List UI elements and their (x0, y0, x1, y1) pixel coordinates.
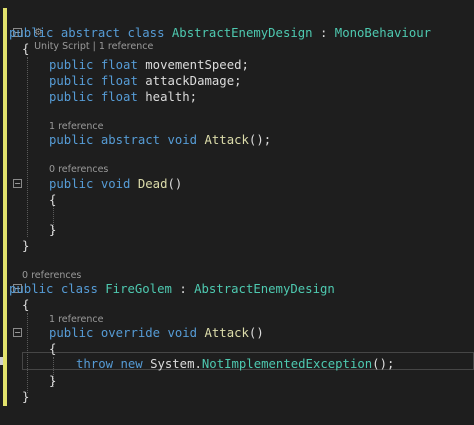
indent-guide (27, 313, 28, 393)
keyword: public (49, 90, 94, 104)
type-name: MonoBehaviour (334, 26, 432, 40)
code-line-brace[interactable]: } (22, 389, 29, 405)
punctuation: : (319, 26, 328, 40)
codelens-text[interactable]: 1 reference (49, 121, 103, 132)
brace: } (49, 223, 57, 237)
keyword: class (60, 282, 98, 296)
type-name: NotImplementedException (201, 357, 373, 371)
change-tracking-margin (3, 8, 7, 406)
code-line-field[interactable]: public float health; (49, 89, 197, 105)
codelens-text[interactable]: Unity Script | 1 reference (34, 41, 153, 52)
code-line-brace[interactable]: } (49, 222, 56, 238)
keyword: override (100, 326, 161, 340)
code-line-brace[interactable]: { (22, 297, 29, 313)
codelens-text[interactable]: 1 reference (49, 314, 103, 325)
keyword: public (49, 326, 94, 340)
code-line-class-declaration[interactable]: public abstract class AbstractEnemyDesig… (9, 25, 431, 41)
keyword: float (100, 90, 138, 104)
keyword: new (120, 357, 143, 371)
punctuation: (); (248, 133, 272, 147)
punctuation: () (248, 326, 264, 340)
code-line-field[interactable]: public float movementSpeed; (49, 57, 249, 73)
collapse-toggle-attack2[interactable]: − (13, 328, 22, 337)
code-line-brace[interactable]: { (22, 41, 29, 57)
code-line-brace[interactable]: } (49, 373, 56, 389)
keyword: class (127, 26, 165, 40)
keyword: void (167, 133, 198, 147)
namespace: System. (150, 357, 202, 371)
code-line-method[interactable]: public void Dead() (49, 176, 182, 192)
codelens-class1[interactable]: ⚙ Unity Script | 1 reference (22, 12, 153, 52)
codelens-text[interactable]: 0 references (22, 270, 81, 281)
codelens-dead[interactable]: 0 references (49, 163, 108, 177)
caret-line-indicator (0, 357, 3, 365)
code-line-brace[interactable]: } (22, 238, 29, 254)
keyword: abstract (100, 133, 161, 147)
collapse-toggle-dead[interactable]: − (13, 179, 22, 188)
brace: } (22, 390, 30, 404)
keyword: public (49, 133, 94, 147)
code-line-class-declaration[interactable]: public class FireGolem : AbstractEnemyDe… (9, 281, 335, 297)
code-line-method[interactable]: public override void Attack() (49, 325, 264, 341)
indent-guide (27, 57, 28, 237)
brace: } (22, 239, 30, 253)
punctuation: (); (372, 357, 395, 371)
method-name: Attack (204, 133, 249, 147)
identifier: health; (145, 90, 198, 104)
code-line-method[interactable]: public abstract void Attack(); (49, 132, 271, 148)
brace: { (49, 193, 57, 207)
type-name: AbstractEnemyDesign (171, 26, 313, 40)
keyword: public (49, 74, 94, 88)
brace: } (49, 374, 57, 388)
identifier: movementSpeed; (145, 58, 249, 72)
type-name: FireGolem (105, 282, 172, 296)
keyword: public (49, 58, 94, 72)
punctuation: : (179, 282, 187, 296)
keyword: float (100, 58, 138, 72)
codelens-text[interactable]: 0 references (49, 164, 108, 175)
code-editor[interactable]: − − − − ⚙ Unity Script | 1 reference pub… (0, 0, 474, 425)
keyword: public (9, 26, 54, 40)
keyword: void (167, 326, 198, 340)
code-line-brace[interactable]: { (49, 192, 56, 208)
code-line-field[interactable]: public float attackDamage; (49, 73, 242, 89)
brace: { (49, 342, 57, 356)
type-name: AbstractEnemyDesign (194, 282, 335, 296)
method-name: Dead (137, 177, 168, 191)
keyword: public (9, 282, 54, 296)
keyword: abstract (60, 26, 121, 40)
keyword: public (49, 177, 94, 191)
keyword: throw (76, 357, 114, 371)
code-line-brace[interactable]: { (49, 341, 56, 357)
code-line-throw[interactable]: throw new System.NotImplementedException… (76, 356, 394, 372)
brace: { (22, 42, 30, 56)
keyword: float (100, 74, 138, 88)
punctuation: () (167, 177, 183, 191)
keyword: void (100, 177, 131, 191)
brace: { (22, 298, 30, 312)
method-name: Attack (204, 326, 249, 340)
identifier: attackDamage; (145, 74, 242, 88)
